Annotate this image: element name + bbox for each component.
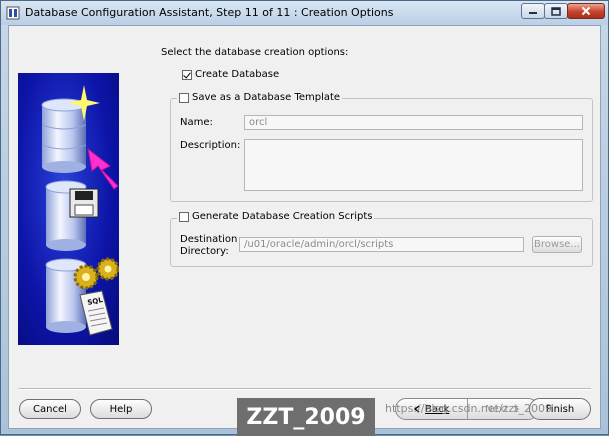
- save-template-option[interactable]: Save as a Database Template: [177, 92, 343, 103]
- generate-scripts-option[interactable]: Generate Database Creation Scripts: [177, 211, 375, 222]
- template-description-input[interactable]: [244, 139, 583, 191]
- generate-scripts-checkbox[interactable]: [179, 211, 189, 222]
- template-name-input[interactable]: orcl: [244, 115, 583, 130]
- database-banner-image: SQL: [18, 73, 119, 345]
- pink-arrow-icon: [87, 147, 119, 190]
- watermark-url: https://blog.csdn.net/zzt_2009: [385, 402, 553, 415]
- help-button[interactable]: Help: [90, 399, 152, 419]
- destination-label-line1: Destination: [180, 234, 238, 245]
- dialog-body: SQL Select the database creation options…: [8, 25, 601, 429]
- maximize-icon: [551, 6, 561, 16]
- dbca-window: Database Configuration Assistant, Step 1…: [0, 0, 609, 436]
- generate-scripts-label: Generate Database Creation Scripts: [192, 211, 373, 222]
- save-template-checkbox[interactable]: [179, 92, 189, 103]
- template-name-label: Name:: [180, 117, 213, 128]
- create-database-option[interactable]: Create Database: [182, 69, 279, 80]
- minimize-button[interactable]: [521, 3, 545, 19]
- template-description-label: Description:: [180, 140, 241, 151]
- create-database-checkbox[interactable]: [182, 69, 192, 80]
- save-template-label: Save as a Database Template: [192, 92, 341, 103]
- destination-directory-label: Destination Directory:: [180, 234, 237, 258]
- browse-button[interactable]: Browse...: [532, 236, 582, 253]
- close-button[interactable]: [567, 3, 605, 19]
- destination-label-line2: Directory:: [180, 246, 229, 257]
- create-database-label: Create Database: [195, 69, 280, 80]
- creation-options-prompt: Select the database creation options:: [161, 47, 349, 58]
- title-bar[interactable]: Database Configuration Assistant, Step 1…: [1, 1, 608, 25]
- watermark-badge: ZZT_2009: [237, 398, 375, 436]
- close-icon: [581, 6, 591, 16]
- footer-separator: [19, 388, 591, 390]
- database-cylinder-icon: [41, 98, 87, 173]
- destination-directory-input[interactable]: /u01/oracle/admin/orcl/scripts: [239, 237, 524, 252]
- database-app-icon: [6, 6, 20, 20]
- minimize-icon: [529, 12, 537, 14]
- maximize-button[interactable]: [544, 3, 568, 19]
- cancel-button[interactable]: Cancel: [19, 399, 81, 419]
- floppy-disk-icon: [69, 188, 99, 218]
- window-title: Database Configuration Assistant, Step 1…: [25, 6, 394, 19]
